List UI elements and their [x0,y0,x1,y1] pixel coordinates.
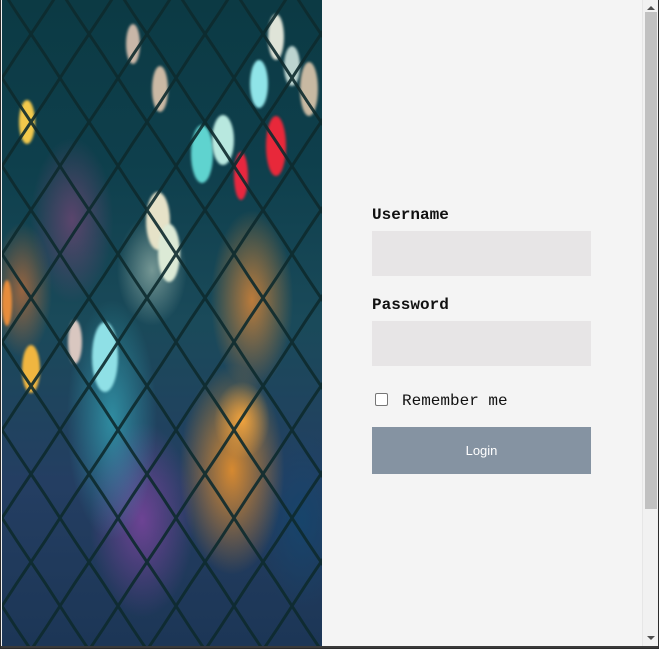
background-photo [2,0,322,646]
scrollbar-thumb[interactable] [645,12,657,509]
remember-me-label[interactable]: Remember me [402,392,508,410]
username-input[interactable] [372,231,591,276]
password-label: Password [372,296,449,314]
login-window: Username Password Remember me Login [0,0,659,649]
login-button[interactable]: Login [372,427,591,474]
chain-link-fence [2,0,322,646]
vertical-scrollbar[interactable] [642,0,658,646]
scroll-up-arrow-icon[interactable] [647,6,655,10]
login-form-panel: Username Password Remember me Login [322,0,642,646]
scroll-down-arrow-icon[interactable] [647,636,655,640]
password-input[interactable] [372,321,591,366]
remember-me-row[interactable]: Remember me [375,389,508,410]
username-label: Username [372,206,449,224]
remember-me-checkbox[interactable] [375,392,388,406]
